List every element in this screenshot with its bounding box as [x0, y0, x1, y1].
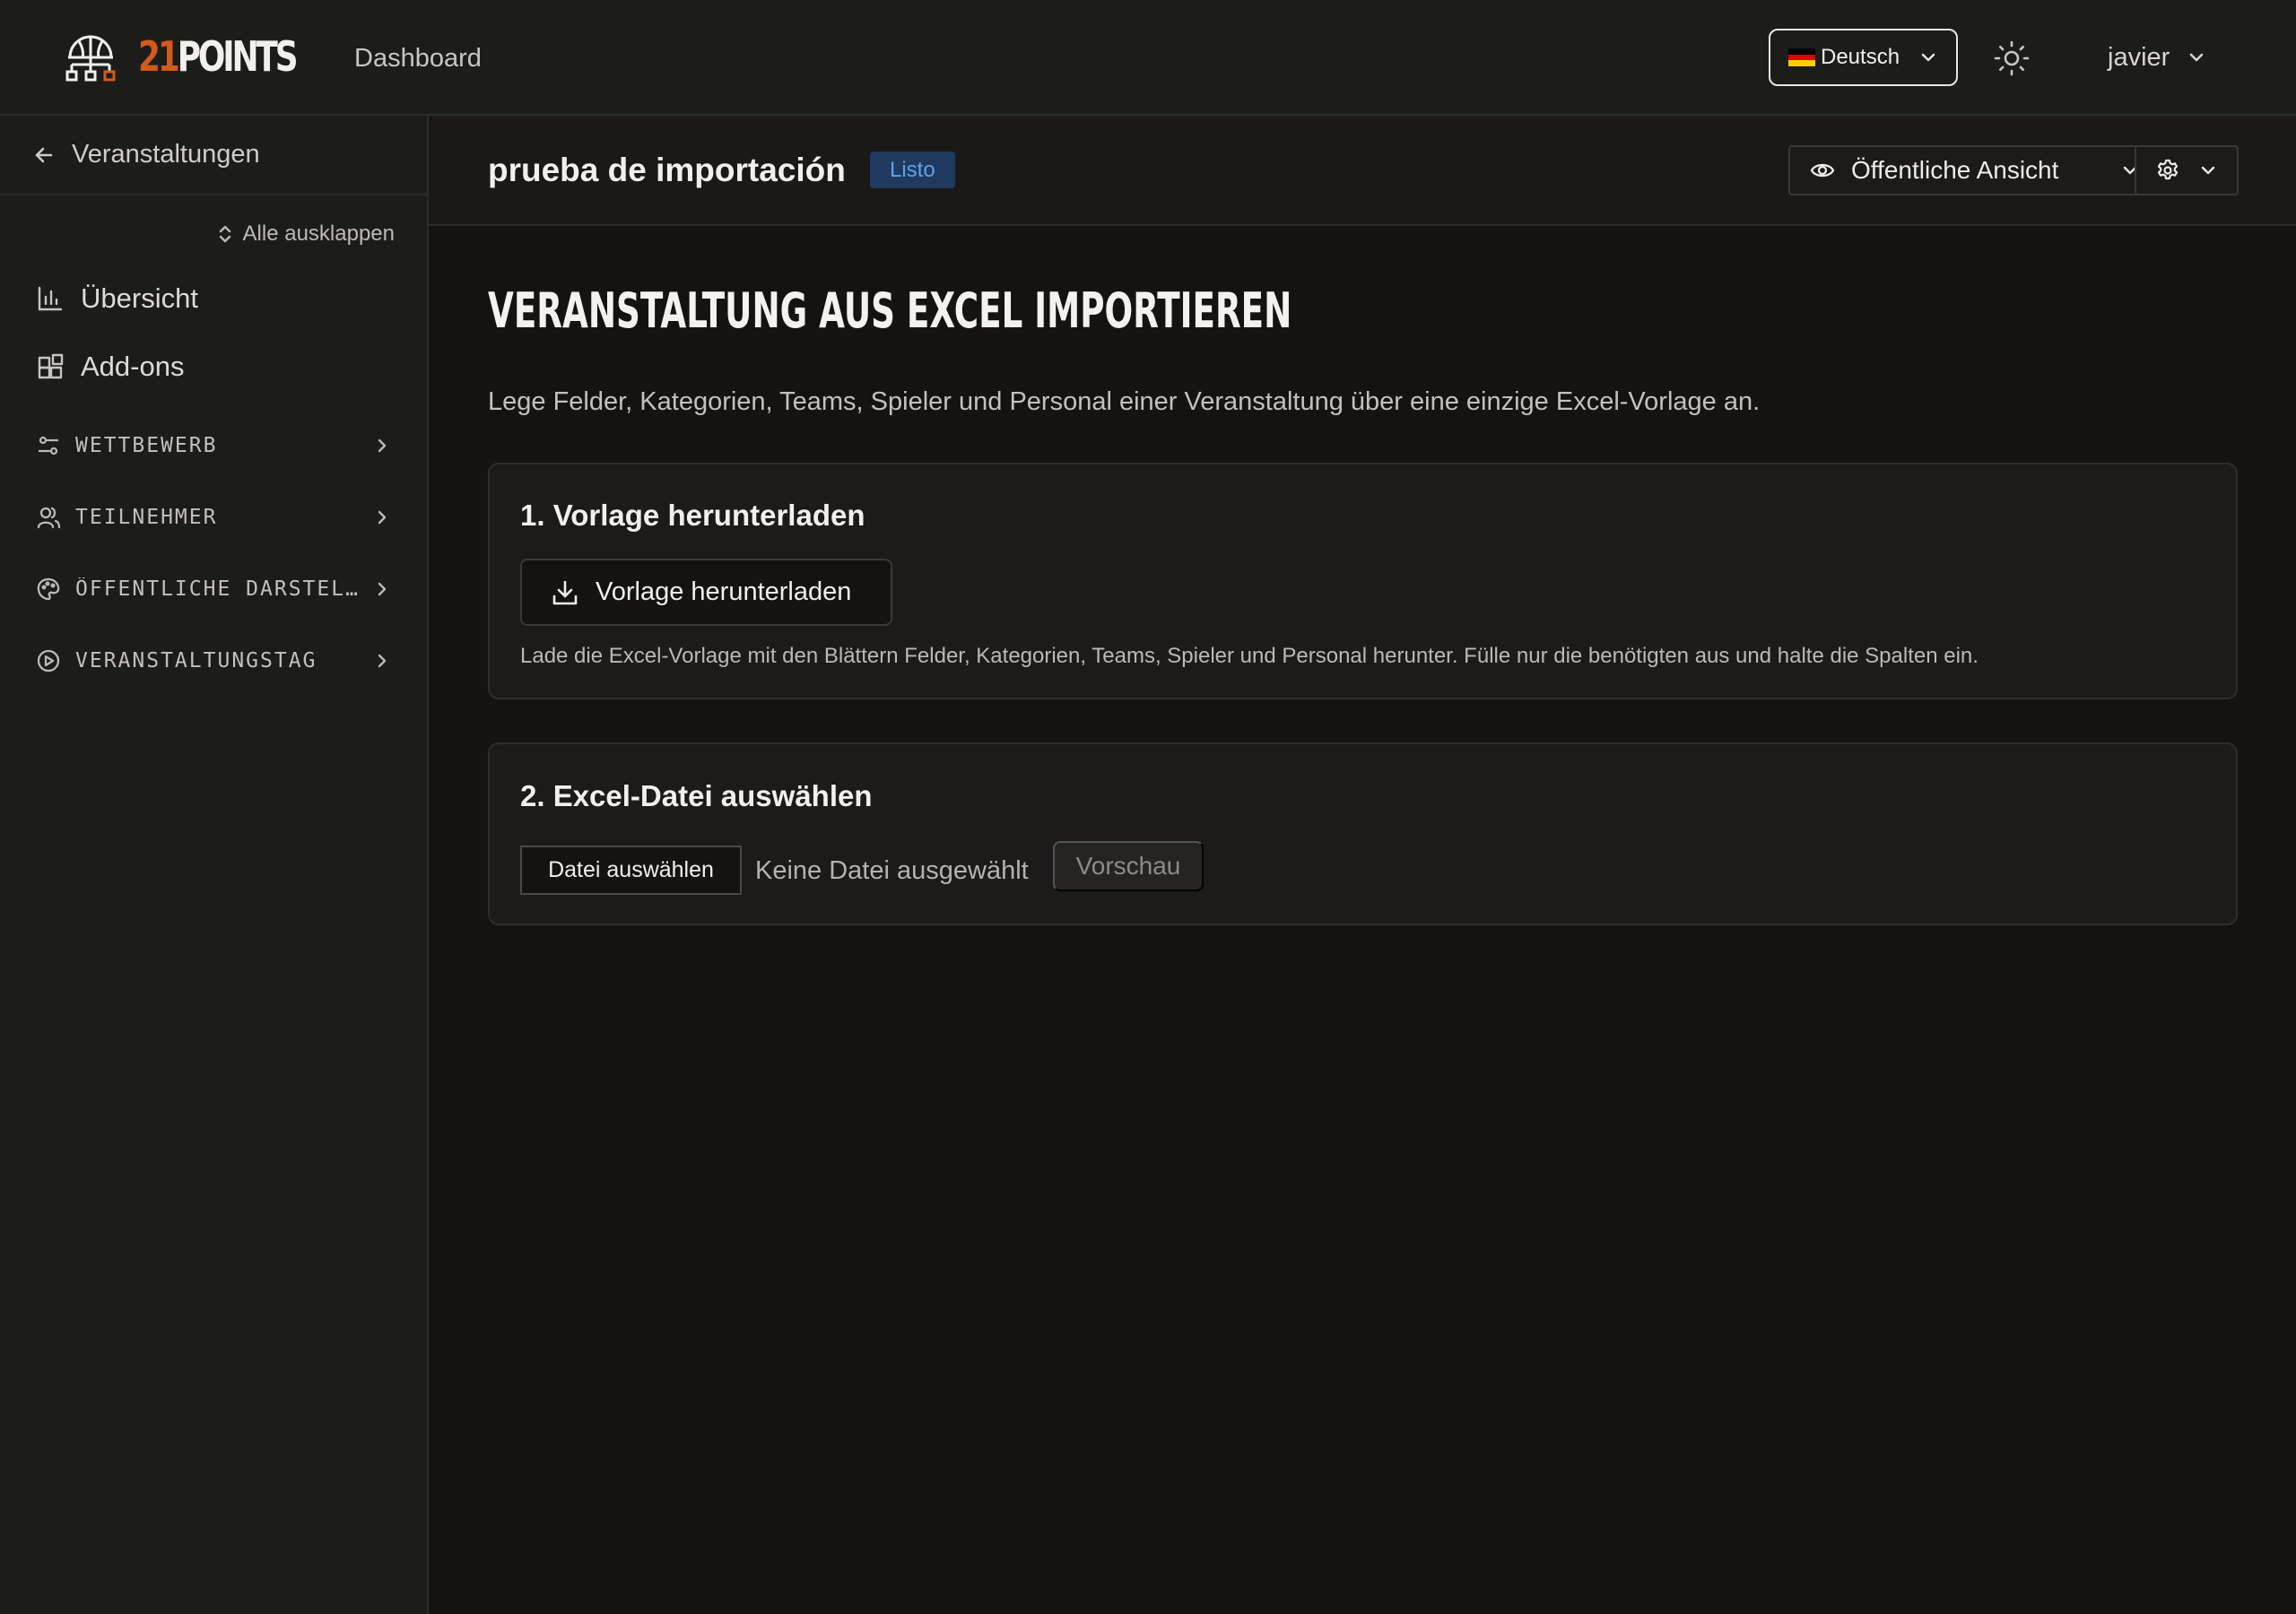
gear-icon	[2155, 158, 2180, 183]
logo-number: 21	[138, 32, 180, 81]
arrow-left-icon	[32, 143, 56, 167]
user-name: javier	[2108, 42, 2170, 72]
top-bar: 21POINTS Dashboard Deutsch javier	[0, 0, 2296, 116]
sidebar-item-label: Add-ons	[81, 351, 185, 382]
eye-icon	[1810, 158, 1835, 183]
sidebar-group-label: ÖFFENTLICHE DARSTEL…	[75, 577, 360, 601]
brand-logo[interactable]: 21POINTS	[138, 29, 299, 84]
chevron-right-icon	[373, 651, 391, 671]
basketball-bracket-icon[interactable]	[63, 30, 118, 84]
page-heading: VERANSTALTUNG AUS EXCEL IMPORTIEREN	[488, 282, 1292, 339]
public-view-dropdown[interactable]: Öffentliche Ansicht	[1788, 145, 2161, 195]
choose-file-button[interactable]: Datei auswählen	[520, 846, 742, 895]
event-header: prueba de importación Listo Öffentliche …	[429, 116, 2296, 226]
bar-chart-icon	[36, 284, 65, 313]
download-template-button[interactable]: Vorlage herunterladen	[520, 559, 892, 626]
language-select[interactable]: Deutsch	[1769, 29, 1958, 86]
chevron-down-icon	[1918, 48, 1938, 67]
user-menu[interactable]: javier	[2108, 38, 2207, 77]
nav-dashboard-link[interactable]: Dashboard	[354, 39, 482, 77]
sidebar: Veranstaltungen Alle ausklappen Übersich…	[0, 116, 429, 1614]
preview-button[interactable]: Vorschau	[1053, 841, 1204, 891]
step1-title: 1. Vorlage herunterladen	[520, 499, 865, 532]
sidebar-group-label: TEILNEHMER	[75, 506, 218, 529]
sidebar-group-competition[interactable]: WETTBEWERB	[36, 428, 391, 464]
chevrons-up-down-icon	[216, 223, 234, 245]
back-to-events-link[interactable]: Veranstaltungen	[0, 116, 427, 195]
settings-dropdown[interactable]	[2135, 145, 2239, 195]
step1-note: Lade die Excel-Vorlage mit den Blättern …	[520, 644, 1979, 668]
expand-all-button[interactable]: Alle ausklappen	[216, 221, 395, 247]
chevron-down-icon	[2198, 161, 2218, 180]
sidebar-item-overview[interactable]: Übersicht	[36, 279, 198, 318]
play-circle-icon	[36, 648, 61, 673]
page-description: Lege Felder, Kategorien, Teams, Spieler …	[488, 387, 1761, 416]
logo-word: POINTS	[177, 32, 299, 81]
step2-title: 2. Excel-Datei auswählen	[520, 779, 873, 812]
palette-icon	[36, 577, 61, 602]
chevron-right-icon	[373, 579, 391, 599]
sidebar-group-label: VERANSTALTUNGSTAG	[75, 649, 317, 672]
download-template-card: 1. Vorlage herunterladen Vorlage herunte…	[488, 463, 2238, 699]
language-label: Deutsch	[1821, 45, 1900, 69]
back-link-label: Veranstaltungen	[72, 140, 260, 169]
sun-icon[interactable]	[1993, 39, 2031, 77]
public-view-label: Öffentliche Ansicht	[1851, 156, 2059, 184]
sidebar-item-addons[interactable]: Add-ons	[36, 347, 184, 386]
expand-all-label: Alle ausklappen	[242, 221, 395, 246]
chevron-right-icon	[373, 436, 391, 456]
sidebar-item-label: Übersicht	[81, 282, 198, 314]
german-flag-icon	[1788, 48, 1815, 67]
event-title: prueba de importación	[488, 152, 846, 188]
chevron-down-icon	[2186, 47, 2207, 68]
download-button-label: Vorlage herunterladen	[596, 577, 852, 606]
sidebar-group-participants[interactable]: TEILNEHMER	[36, 499, 391, 535]
users-icon	[36, 505, 61, 530]
download-icon	[551, 578, 579, 607]
sidebar-group-public-display[interactable]: ÖFFENTLICHE DARSTEL…	[36, 571, 391, 607]
select-file-card: 2. Excel-Datei auswählen Datei auswählen…	[488, 742, 2238, 925]
file-status-text: Keine Datei ausgewählt	[755, 856, 1029, 885]
sliders-icon	[36, 433, 61, 458]
status-badge: Listo	[870, 152, 955, 188]
chevron-right-icon	[373, 508, 391, 527]
sidebar-group-event-day[interactable]: VERANSTALTUNGSTAG	[36, 643, 391, 679]
sidebar-group-label: WETTBEWERB	[75, 434, 218, 457]
grid-plus-icon	[36, 352, 65, 381]
